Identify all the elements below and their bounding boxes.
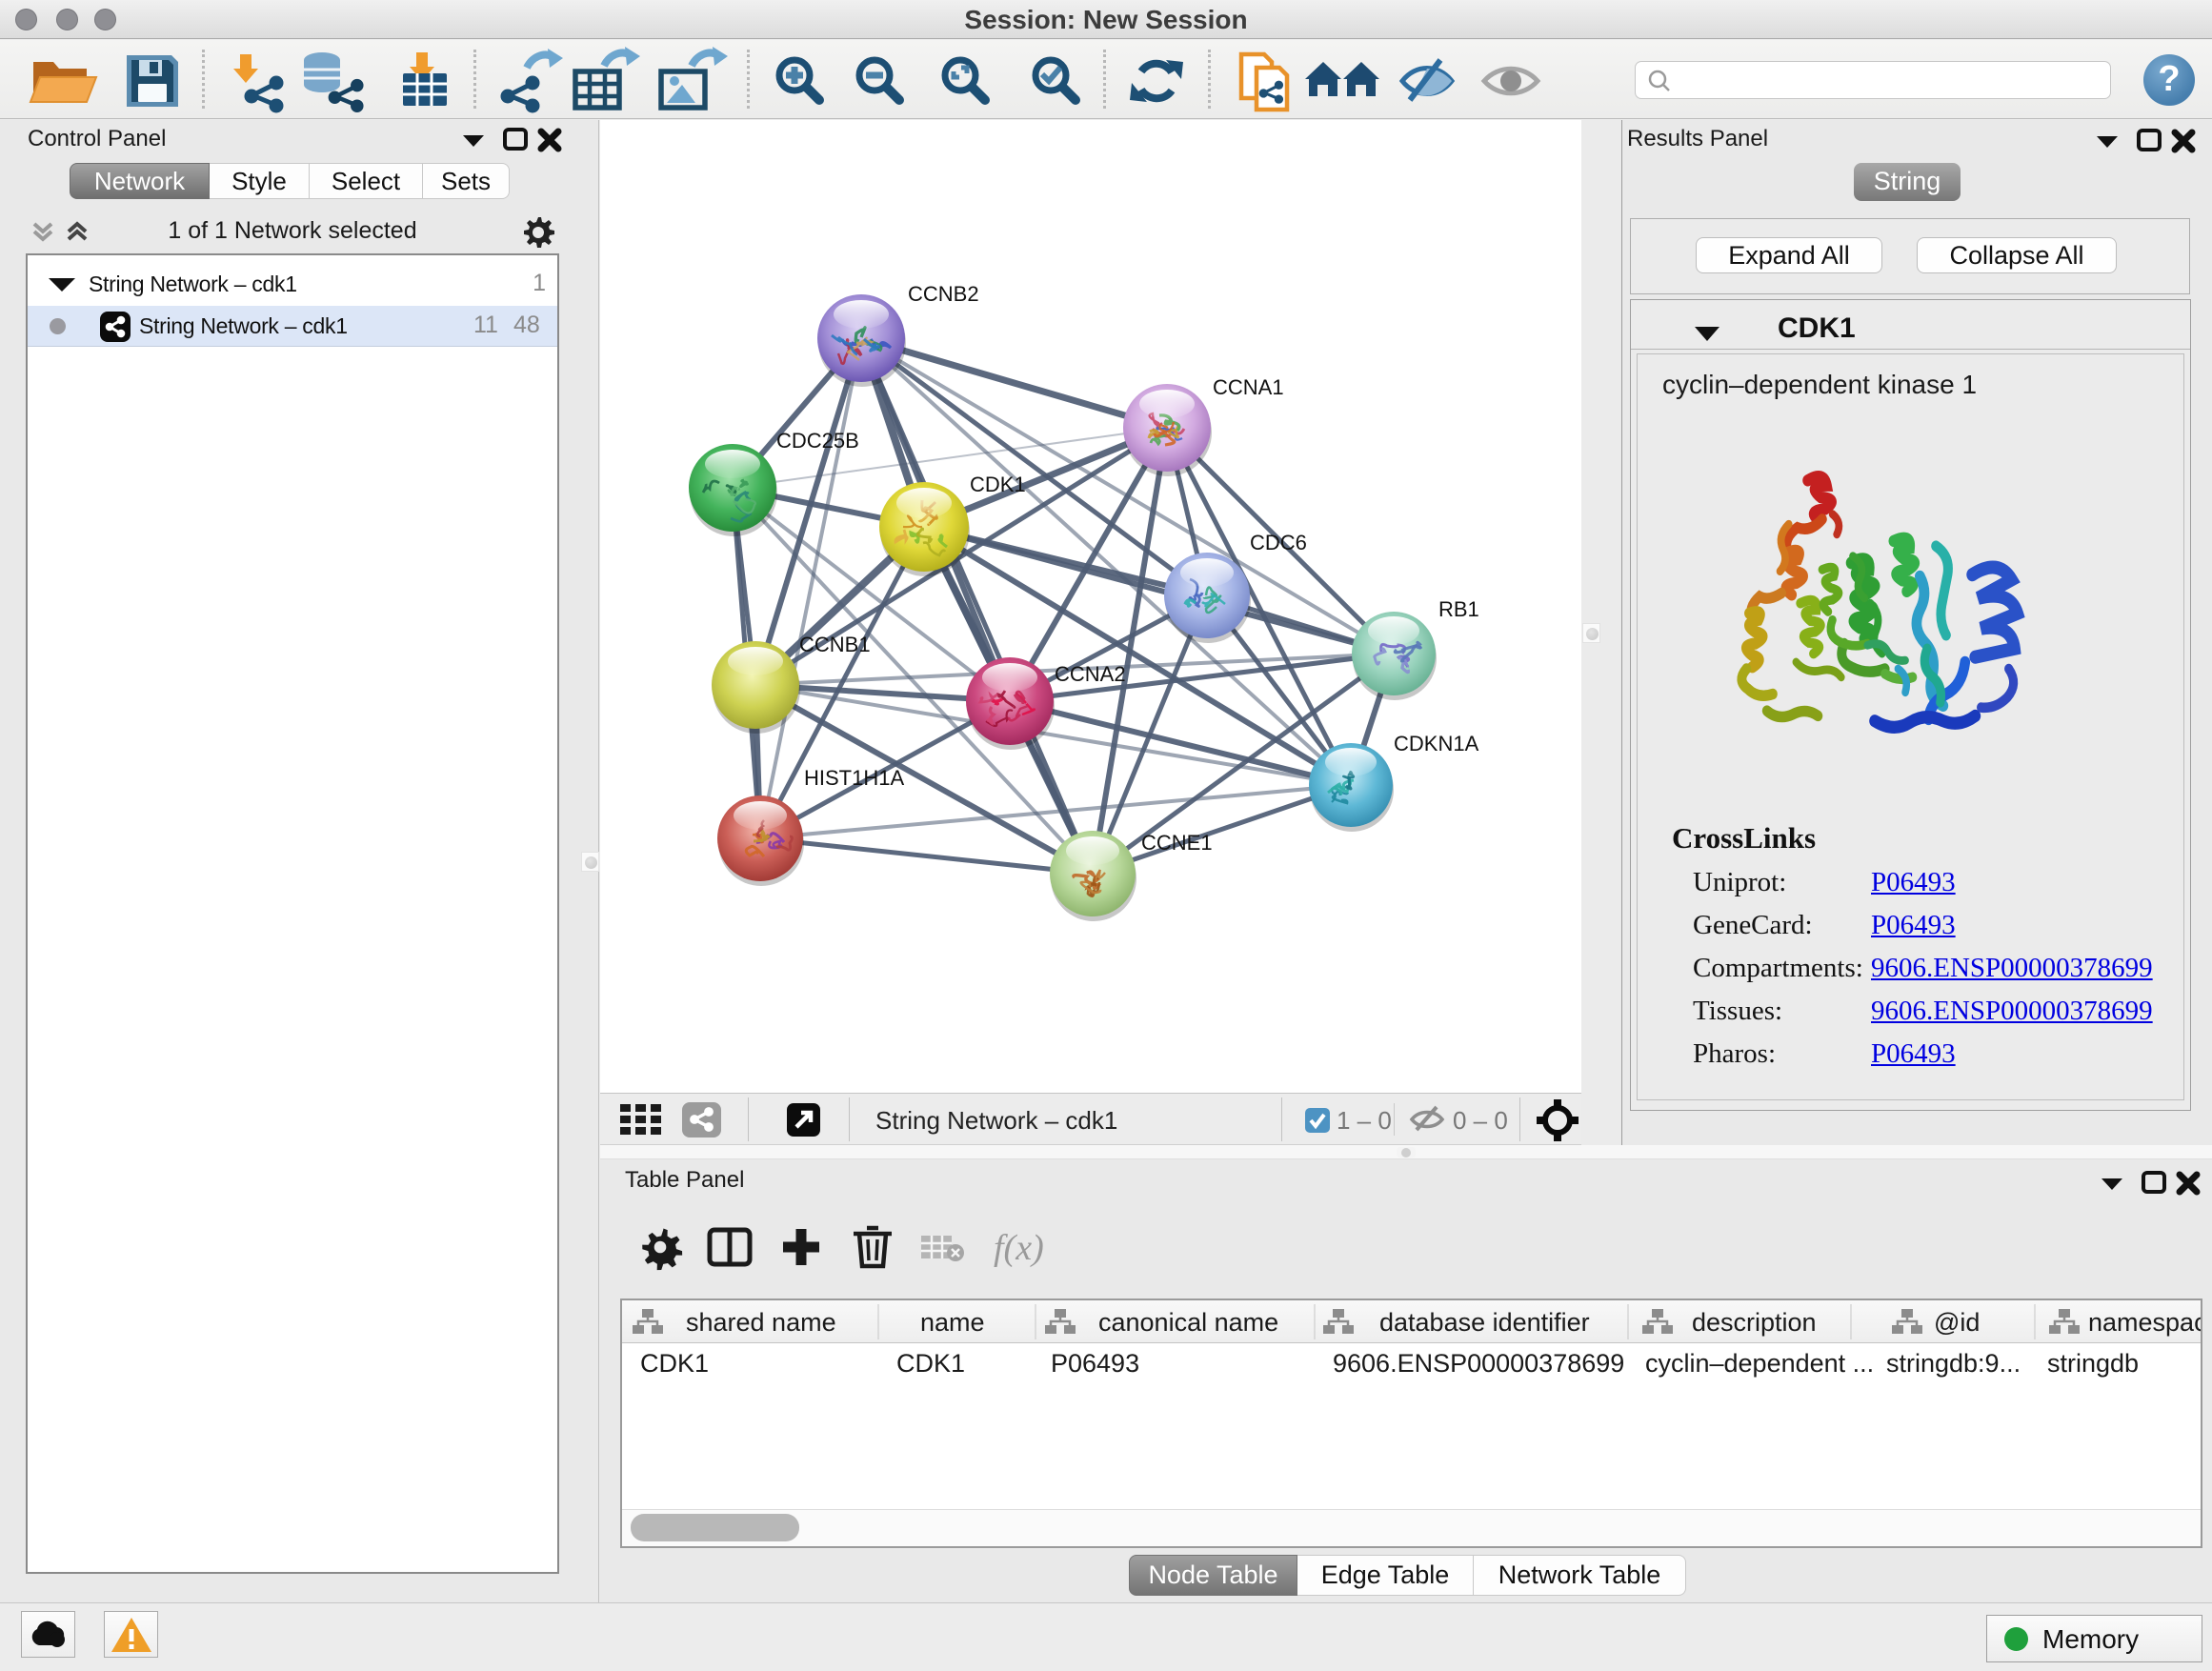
svg-text:CDC25B: CDC25B <box>776 429 859 453</box>
svg-text:CDKN1A: CDKN1A <box>1394 732 1479 755</box>
svg-text:RB1: RB1 <box>1438 597 1479 621</box>
svg-text:CCNB2: CCNB2 <box>908 282 979 306</box>
svg-text:shared name: shared name <box>686 1308 836 1337</box>
svg-text:@id: @id <box>1934 1308 1980 1337</box>
svg-text:CCNA1: CCNA1 <box>1213 375 1284 399</box>
svg-text:canonical name: canonical name <box>1098 1308 1278 1337</box>
svg-text:database identifier: database identifier <box>1379 1308 1590 1337</box>
svg-text:description: description <box>1692 1308 1817 1337</box>
svg-text:CDK1: CDK1 <box>970 473 1026 496</box>
svg-text:name: name <box>920 1308 985 1337</box>
svg-text:CCNB1: CCNB1 <box>799 633 871 656</box>
svg-text:f(x): f(x) <box>994 1228 1044 1268</box>
svg-text:CDC6: CDC6 <box>1250 531 1307 554</box>
svg-text:CCNA2: CCNA2 <box>1055 662 1126 686</box>
svg-text:HIST1H1A: HIST1H1A <box>804 766 904 790</box>
svg-text:namespace: namespace <box>2088 1308 2201 1337</box>
svg-text:CCNE1: CCNE1 <box>1141 831 1213 855</box>
